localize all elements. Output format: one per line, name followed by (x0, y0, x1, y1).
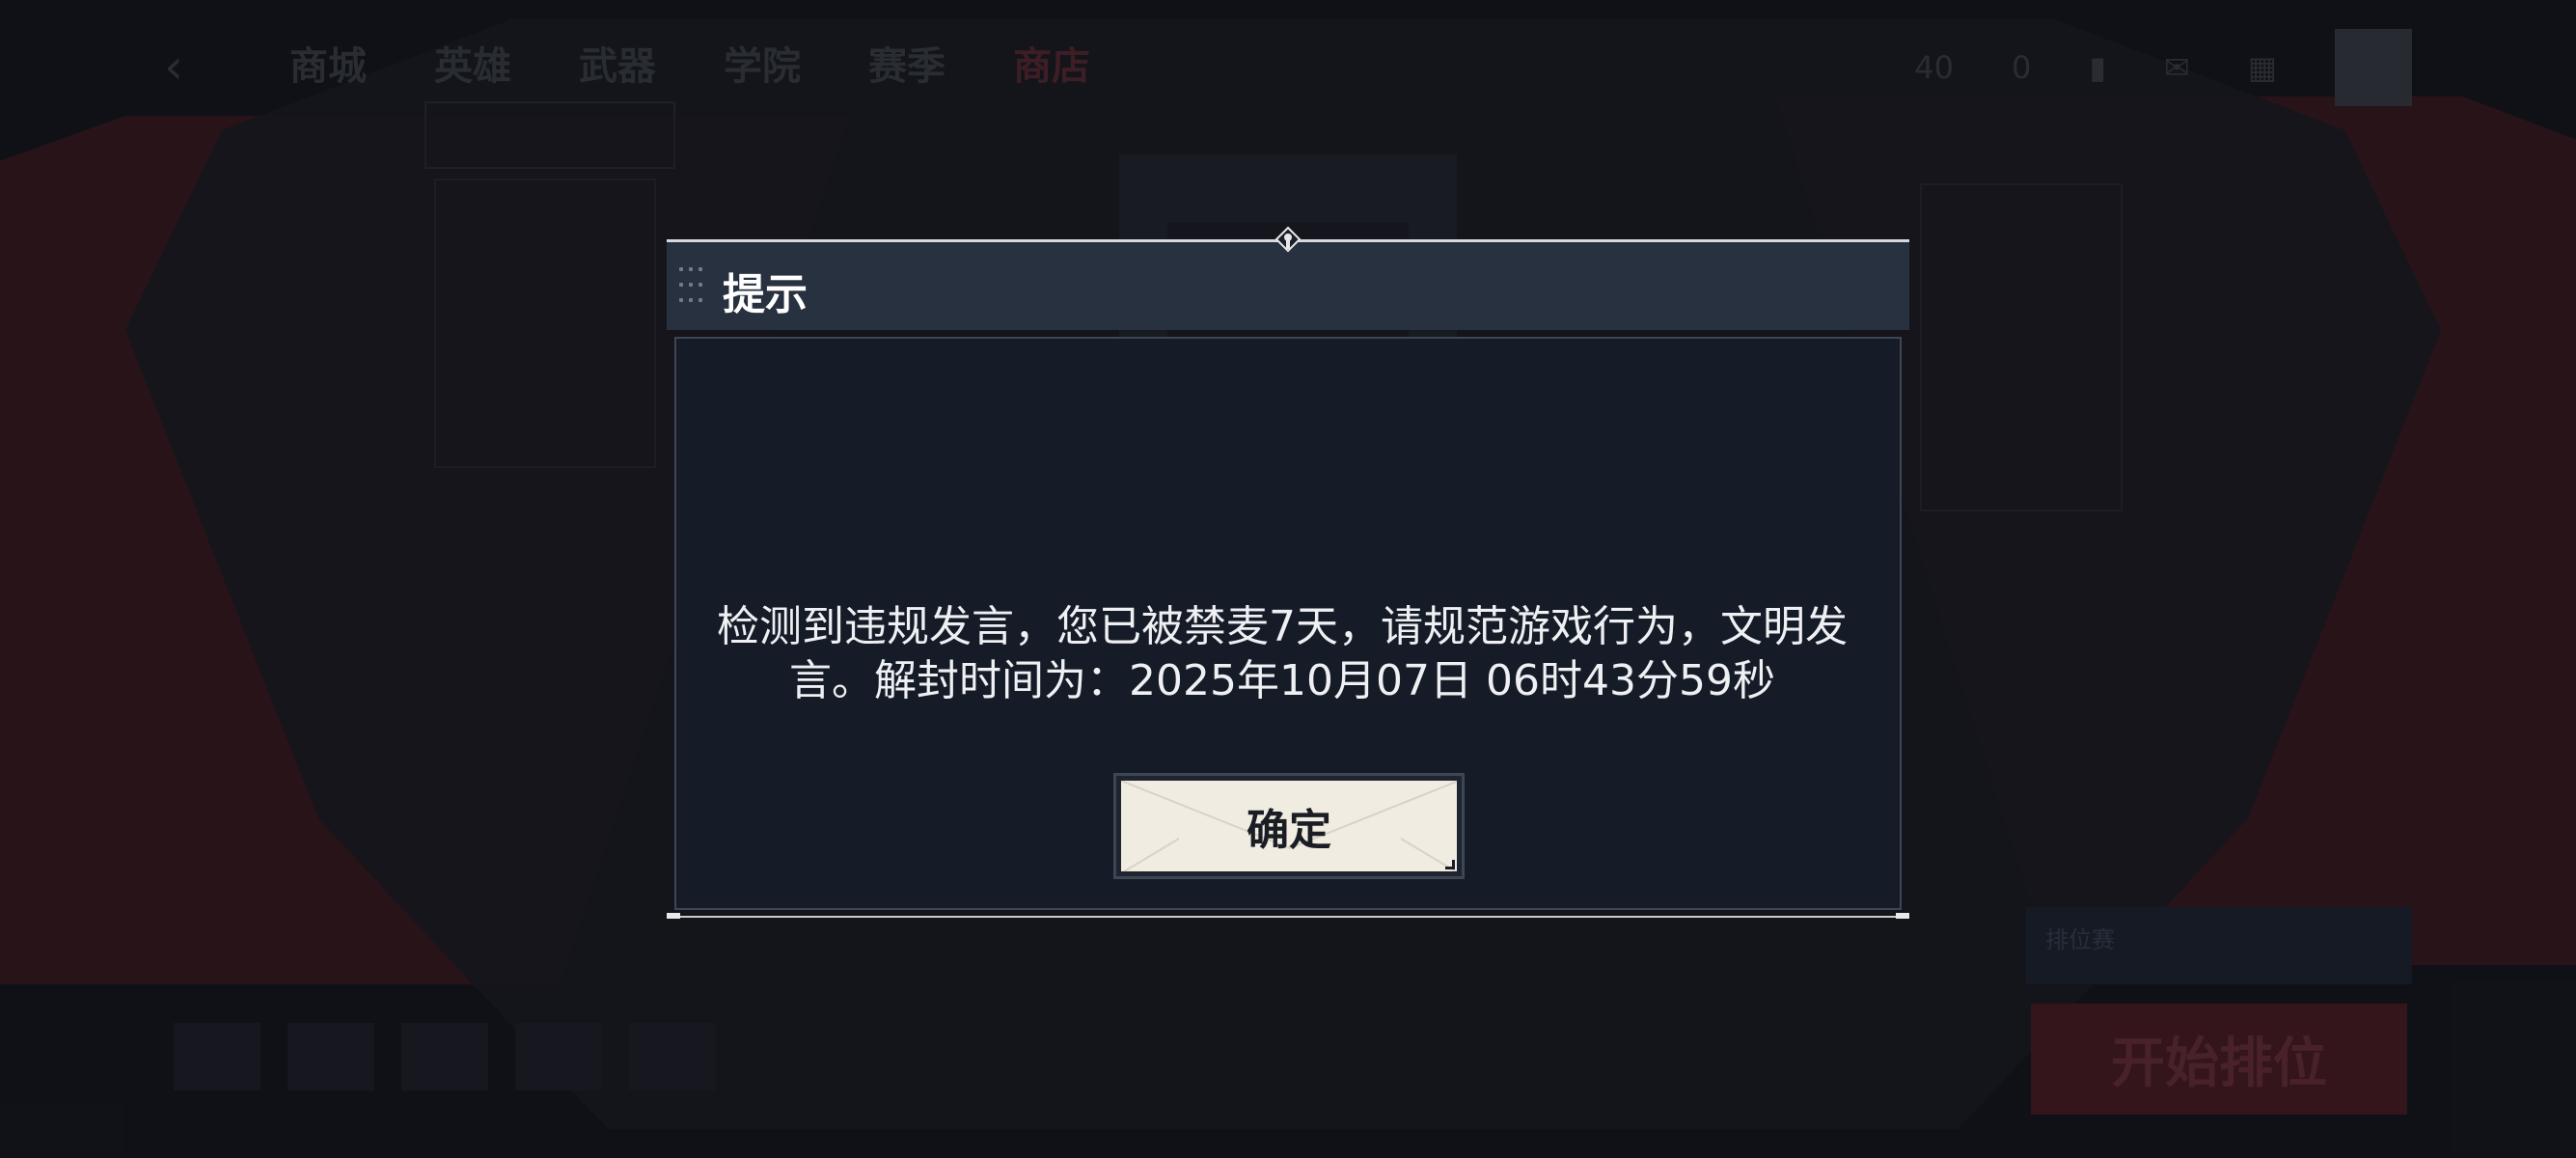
confirm-button-label: 确定 (1247, 806, 1331, 855)
ornament-icon (1274, 226, 1302, 253)
corner-mark-icon (1445, 860, 1455, 869)
dialog-bottom-border (667, 916, 1909, 918)
ban-message: 检测到违规发言，您已被禁麦7天，请规范游戏行为，文明发言。解封时间为：2025年… (717, 602, 1848, 705)
confirm-button[interactable]: 确定 (1121, 781, 1457, 871)
dialog-body: 检测到违规发言，您已被禁麦7天，请规范游戏行为，文明发言。解封时间为：2025年… (674, 337, 1902, 910)
corner-tick-left (667, 913, 680, 919)
drag-handle-icon[interactable] (679, 267, 708, 306)
confirm-button-frame: 确定 (1113, 773, 1465, 879)
corner-tick-right (1896, 913, 1909, 919)
dialog-title: 提示 (723, 270, 808, 319)
notice-dialog: 提示 检测到违规发言，您已被禁麦7天，请规范游戏行为，文明发言。解封时间为：20… (667, 226, 1909, 920)
